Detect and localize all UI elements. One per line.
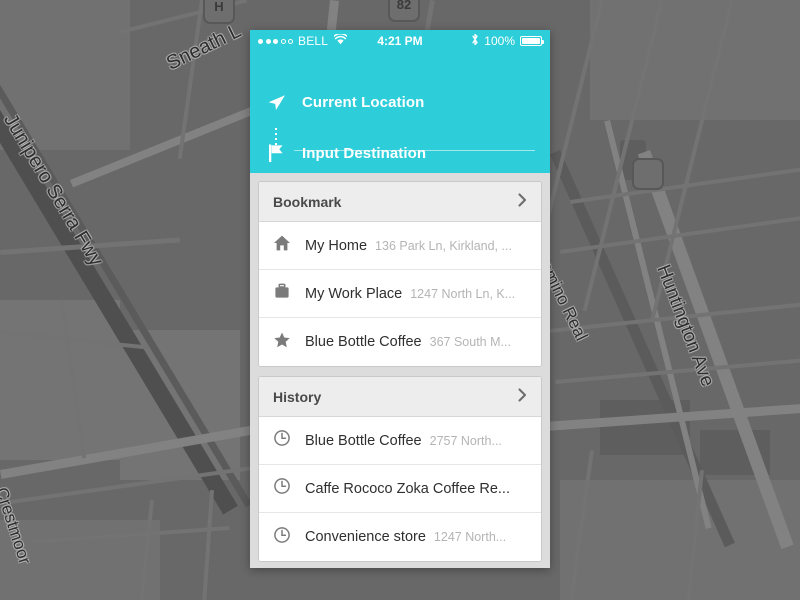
input-destination-label: Input Destination (302, 144, 427, 162)
list-item-icon (273, 526, 305, 549)
list-item[interactable]: Caffe Rococo Zoka Coffee Re... (259, 465, 541, 513)
route-search-header: Current Location Input Destination (250, 52, 550, 173)
clock-icon (273, 477, 291, 500)
section-header-bookmark[interactable]: Bookmark (259, 182, 541, 222)
list-item[interactable]: My Home 136 Park Ln, Kirkland, ... (259, 222, 541, 270)
battery-percent-label: 100% (484, 34, 515, 48)
navigation-arrow-icon (250, 93, 302, 112)
list-item[interactable]: Blue Bottle Coffee 367 South M... (259, 318, 541, 366)
current-location-field[interactable]: Current Location (250, 82, 550, 122)
chevron-right-icon[interactable] (518, 388, 527, 405)
home-icon (273, 234, 291, 257)
signal-dot-empty (280, 38, 286, 44)
input-destination-field[interactable]: Input Destination (250, 133, 550, 173)
card-history: History Blue Bottle Coffee 2757 North... Ca… (258, 376, 542, 562)
map-park (0, 300, 120, 460)
list-item-address: 1247 North... (433, 530, 507, 544)
list-item[interactable]: Blue Bottle Coffee 2757 North... (259, 417, 541, 465)
map-block (590, 0, 800, 120)
signal-dot-filled (273, 38, 278, 44)
list-item-name: Blue Bottle Coffee (305, 334, 422, 350)
bluetooth-icon (471, 33, 479, 49)
chevron-right-icon[interactable] (518, 193, 527, 210)
list-item-icon (273, 477, 305, 500)
current-location-label: Current Location (302, 93, 425, 111)
signal-dot-empty (288, 38, 293, 44)
list-item[interactable]: Convenience store 1247 North... (259, 513, 541, 561)
list-item-name: Convenience store (305, 529, 426, 545)
wifi-icon (333, 33, 348, 48)
signal-dot-filled (258, 38, 263, 44)
section-title: History (273, 388, 322, 405)
list-item[interactable]: My Work Place 1247 North Ln, K... (259, 270, 541, 318)
list-item-name: Caffe Rococo Zoka Coffee Re... (305, 480, 510, 497)
star-icon (273, 331, 291, 354)
signal-dot-filled (265, 38, 271, 44)
clock-icon (273, 429, 291, 452)
list-item-address: 1247 North Ln, K... (410, 286, 516, 301)
card-bookmark: Bookmark My Home 136 Park Ln, Kirkland, ..… (258, 181, 542, 367)
section-header-history[interactable]: History (259, 377, 541, 417)
list-item-icon (273, 234, 305, 257)
list-item-icon (273, 429, 305, 452)
list-item-name: Blue Bottle Coffee (305, 432, 422, 449)
map-highway-shield (632, 158, 664, 190)
briefcase-icon (273, 282, 291, 305)
status-bar-right: 100% (471, 33, 544, 49)
battery-full-icon (520, 36, 544, 46)
map-highway-shield: H (203, 0, 235, 24)
list-item-icon (273, 282, 305, 305)
list-item-address: 367 South M... (429, 335, 511, 349)
clock-icon (273, 526, 291, 549)
map-highway-shield: 82 (388, 0, 420, 22)
map-road-minor (202, 490, 214, 600)
map-street-label: Sneath L (163, 19, 245, 75)
list-item-name: My Home (305, 237, 368, 254)
phone-panel: BELL 4:21 PM 100% Current Location Input… (250, 30, 550, 568)
screenshot-root: Sneath L Junipero Serra Fwy Crestmoor Camin… (0, 0, 800, 600)
status-bar: BELL 4:21 PM 100% (250, 30, 550, 52)
list-item-name: My Work Place (305, 285, 403, 302)
status-bar-left: BELL (258, 33, 348, 48)
list-item-address: 2757 North... (429, 433, 502, 448)
carrier-label: BELL (298, 34, 329, 48)
flag-icon (250, 143, 302, 163)
lists-container: Bookmark My Home 136 Park Ln, Kirkland, ..… (250, 173, 550, 562)
signal-strength-icon (258, 38, 293, 44)
list-item-address: 136 Park Ln, Kirkland, ... (375, 238, 512, 253)
map-road-minor (555, 358, 800, 384)
section-title: Bookmark (273, 193, 342, 210)
list-item-icon (273, 331, 305, 354)
